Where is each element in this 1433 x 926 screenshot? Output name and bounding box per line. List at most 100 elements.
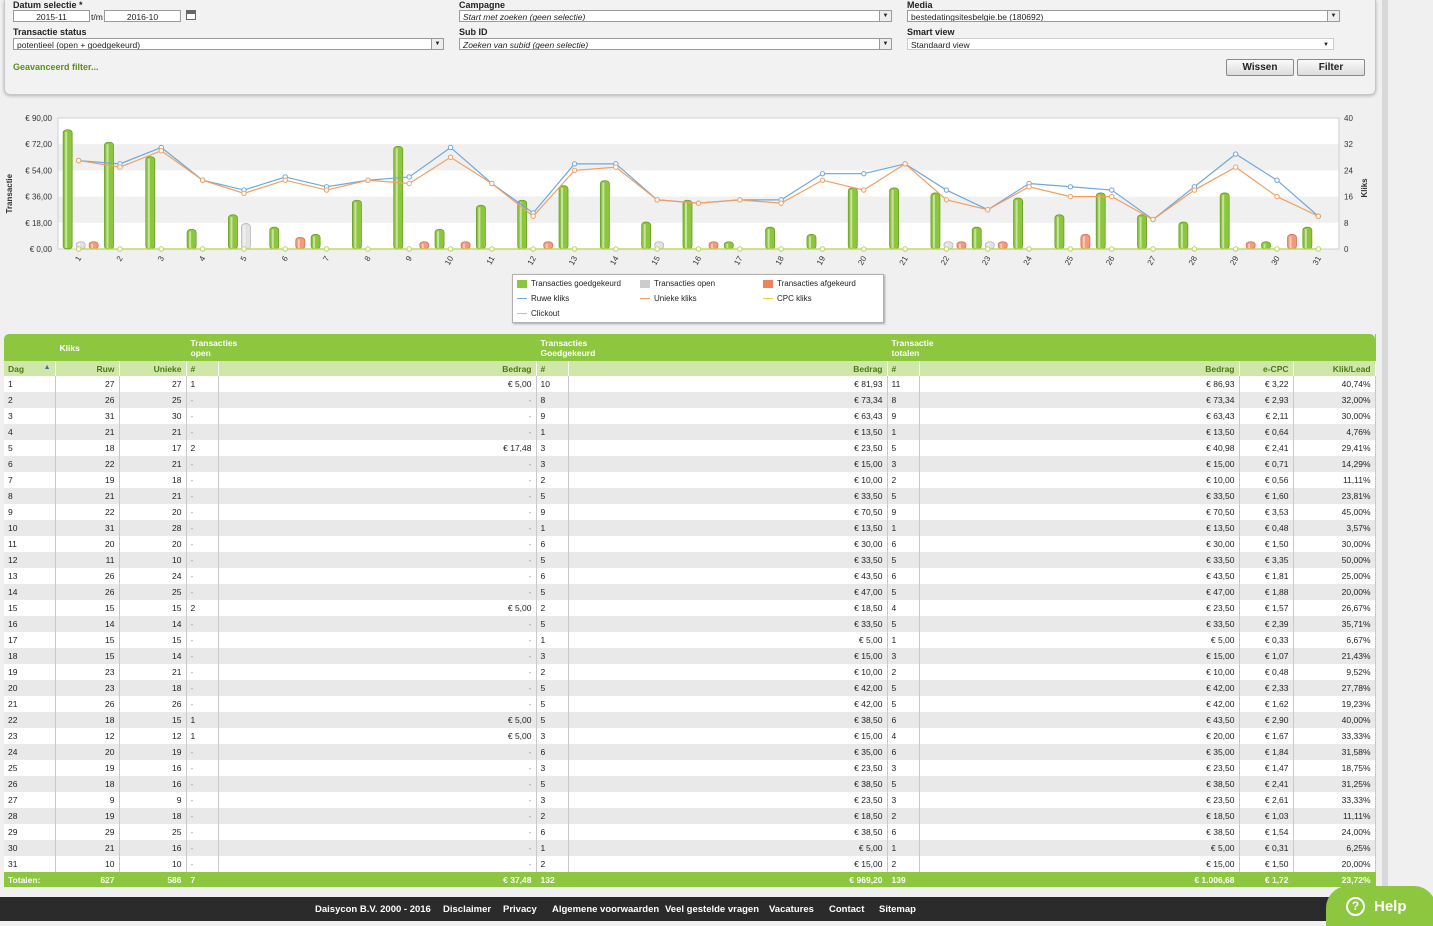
x-tick-label: 6: [280, 254, 290, 263]
legend-item-cpc-kliks[interactable]: CPC kliks: [763, 294, 812, 303]
footer-link-voorwaarden[interactable]: Algemene voorwaarden: [552, 904, 659, 915]
cell-kliklead: 33,33%: [1293, 728, 1376, 744]
cell-open-n: -: [186, 792, 219, 808]
smartview-select[interactable]: Standaard view ▼: [907, 38, 1334, 50]
cell-dag: 4: [4, 424, 56, 440]
table-row: 7 19 18- -2 € 10,00 2 € 10,00 € 0,56 11,11%: [4, 472, 1376, 488]
status-select[interactable]: potentieel (open + goedgekeurd) ▼: [13, 38, 444, 50]
transactions-chart: € 90,00 € 72,00 € 54,00 € 36,00 € 18,00 € 0,0…: [5, 114, 1369, 267]
media-select[interactable]: bestedatingsitesbelgie.be (180692) ▼: [907, 10, 1340, 22]
advanced-filter-link[interactable]: Geavanceerd filter...: [13, 62, 99, 72]
bar-goedgekeurd-shine: [478, 207, 481, 248]
totals-row: Totalen: 627 586 7 € 37,48 132 € 969,20 139 € 1.…: [4, 872, 1376, 887]
col-unieke[interactable]: Unieke: [119, 361, 187, 376]
right-tick-label: 16: [1344, 193, 1353, 202]
help-button[interactable]: ? Help: [1326, 886, 1433, 926]
campagne-select[interactable]: Start met zoeken (geen selectie) ▼: [459, 10, 892, 22]
cell-goed-bedrag: € 15,00: [568, 456, 888, 472]
line-ruwe-kliks-point: [1109, 187, 1115, 193]
cell-open-n: -: [186, 424, 219, 440]
cell-ecpc: € 3,22: [1239, 376, 1294, 392]
filter-button[interactable]: Filter: [1297, 59, 1365, 76]
col-dag[interactable]: Dag ▲: [4, 361, 56, 376]
cell-open-n: -: [186, 648, 219, 664]
cell-kliklead: 23,81%: [1293, 488, 1376, 504]
bar-goedgekeurd: [599, 180, 610, 250]
cell-kliklead: 29,41%: [1293, 440, 1376, 456]
cell-ecpc: € 0,71: [1239, 456, 1294, 472]
cell-tot-bedrag: € 10,00: [919, 472, 1240, 488]
bar-goedgekeurd: [641, 221, 652, 250]
line-swatch-icon: [640, 297, 650, 300]
legend-item-clickout[interactable]: Clickout: [517, 309, 559, 318]
cell-open-bedrag: -: [218, 648, 537, 664]
cell-goed-bedrag: € 73,34: [568, 392, 888, 408]
cell-open-bedrag: -: [218, 424, 537, 440]
line-unieke-kliks-point: [530, 213, 536, 219]
bar-goedgekeurd: [847, 187, 858, 250]
x-tick-label: 8: [363, 254, 373, 263]
line-unieke-kliks-point: [1109, 193, 1115, 200]
wissen-button[interactable]: Wissen: [1226, 59, 1294, 76]
col-goed-n[interactable]: #: [536, 361, 569, 376]
x-tick-label: 1: [73, 254, 83, 263]
cell-unieke: 14: [119, 648, 187, 664]
date-from-input[interactable]: 2015-11: [13, 10, 90, 22]
table-row: 9 22 20- -9 € 70,50 9 € 70,50 € 3,53 45,00%: [4, 504, 1376, 520]
legend-item-goedgekeurd[interactable]: Transacties goedgekeurd: [517, 279, 621, 288]
col-open-bedrag[interactable]: Bedrag: [218, 361, 537, 376]
cell-ecpc: € 1,88: [1239, 584, 1294, 600]
cell-unieke: 18: [119, 808, 187, 824]
cell-goed-n: 9: [536, 504, 569, 520]
cell-goed-bedrag: € 33,50: [568, 552, 888, 568]
table-row: 10 31 28- -1 € 13,50 1 € 13,50 € 0,48 3,57%: [4, 520, 1376, 536]
table-body: 1 27 27 1 € 5,00 10 € 81,93 11 € 86,93 € 3,22 40,7…: [4, 376, 1376, 872]
line-clickout-point: [613, 246, 619, 252]
bar-goedgekeurd: [104, 141, 114, 250]
footer-link-vacatures[interactable]: Vacatures: [769, 904, 814, 915]
col-goed-bedrag[interactable]: Bedrag: [568, 361, 888, 376]
cell-ruw: 21: [55, 424, 120, 440]
bar-goedgekeurd-shine: [1056, 216, 1059, 248]
cell-ecpc: € 0,48: [1239, 520, 1294, 536]
legend-item-unieke-kliks[interactable]: Unieke kliks: [640, 294, 697, 303]
col-open-n[interactable]: #: [186, 361, 219, 376]
cell-tot-bedrag: € 42,00: [919, 696, 1240, 712]
legend-item-afgekeurd[interactable]: Transacties afgekeurd: [763, 279, 856, 288]
line-swatch-icon: [517, 312, 527, 315]
cell-open-bedrag: -: [218, 776, 537, 792]
col-kliklead[interactable]: Klik/Lead: [1293, 361, 1376, 376]
legend-item-open[interactable]: Transacties open: [640, 279, 715, 288]
footer-link-disclaimer[interactable]: Disclaimer: [443, 904, 491, 915]
line-ruwe-kliks-point: [1274, 177, 1280, 183]
bar-goedgekeurd-shine: [602, 182, 605, 248]
cell-open-n: -: [186, 456, 219, 472]
line-clickout-point: [365, 246, 371, 252]
bar-goedgekeurd: [1178, 221, 1189, 250]
group-kliks: Kliks: [55, 334, 120, 361]
footer-link-faq[interactable]: Veel gestelde vragen: [665, 904, 759, 915]
calendar-icon[interactable]: [186, 10, 196, 20]
legend-item-ruwe-kliks[interactable]: Ruwe kliks: [517, 294, 569, 303]
col-tot-bedrag[interactable]: Bedrag: [919, 361, 1240, 376]
date-to-input[interactable]: 2016-10: [104, 10, 181, 22]
total-ecpc: € 1,72: [1239, 872, 1294, 887]
x-tick-label: 17: [732, 254, 745, 267]
footer-link-sitemap[interactable]: Sitemap: [879, 904, 916, 915]
footer-link-privacy[interactable]: Privacy: [503, 904, 537, 915]
cell-open-bedrag: -: [218, 568, 537, 584]
subid-select[interactable]: Zoeken van subid (geen selectie) ▼: [459, 38, 892, 50]
line-unieke-kliks-point: [778, 200, 784, 206]
cell-ecpc: € 2,90: [1239, 712, 1294, 728]
line-unieke-kliks-point: [1067, 193, 1074, 200]
table-row: 15 15 15 2 € 5,00 2 € 18,50 4 € 23,50 € 1,57 26,67…: [4, 600, 1376, 616]
footer-link-contact[interactable]: Contact: [829, 904, 864, 915]
col-ruw[interactable]: Ruw: [55, 361, 120, 376]
cell-ruw: 31: [55, 408, 120, 424]
line-ruwe-kliks-point: [1067, 184, 1074, 190]
col-tot-n[interactable]: #: [887, 361, 920, 376]
col-ecpc[interactable]: e-CPC: [1239, 361, 1294, 376]
bar-goedgekeurd: [1054, 214, 1065, 250]
x-tick-label: 24: [1022, 254, 1035, 267]
cell-goed-n: 2: [536, 808, 569, 824]
